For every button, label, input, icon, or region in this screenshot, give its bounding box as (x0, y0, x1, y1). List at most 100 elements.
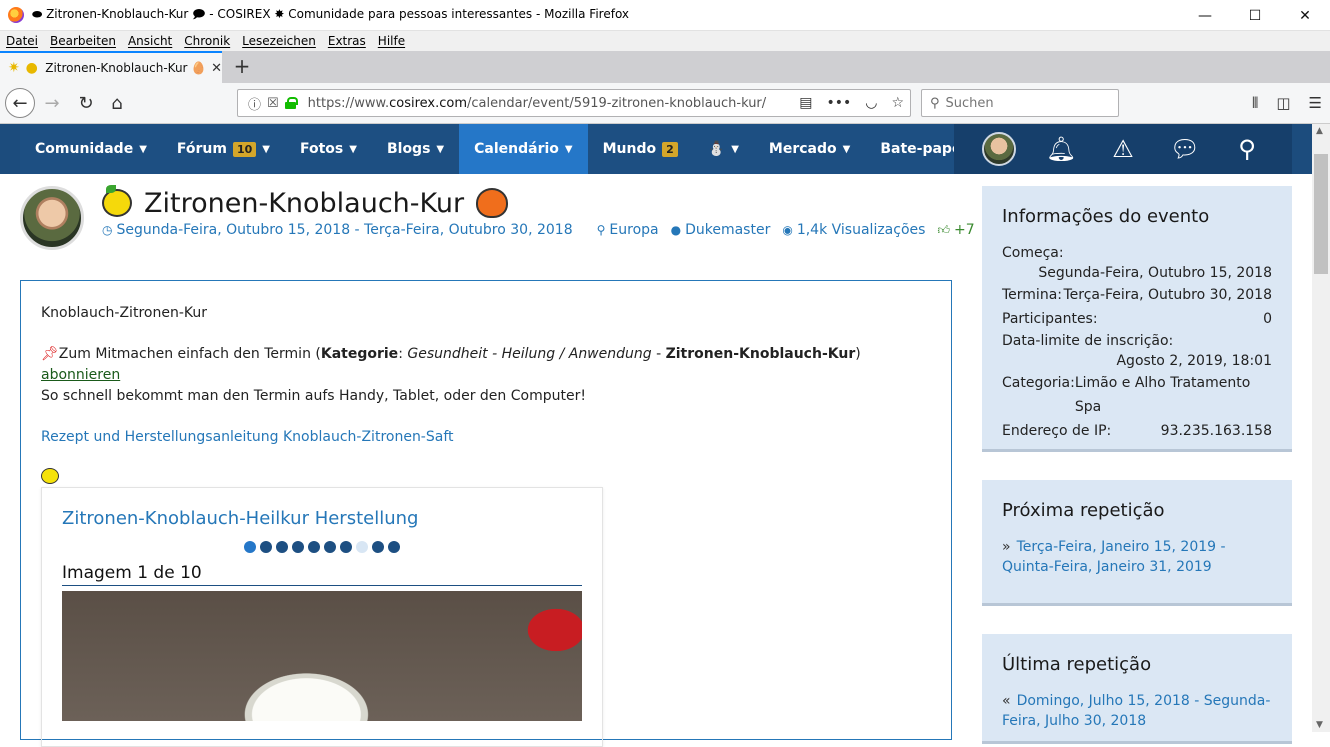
window-titlebar: ⬬ Zitronen-Knoblauch-Kur 🗩 - COSIREX ✸ C… (0, 0, 1330, 31)
tab-bar: ✷ ● Zitronen-Knoblauch-Kur 🥚 ✕ + (0, 51, 1330, 83)
lock-icon[interactable] (284, 97, 298, 109)
reload-button[interactable]: ↻ (72, 89, 100, 117)
menu-ansicht[interactable]: Ansicht (128, 34, 172, 48)
url-text[interactable]: https://www.cosirex.com/calendar/event/5… (308, 96, 766, 111)
user-menu[interactable] (968, 132, 1030, 166)
last-repetition-panel: Última repetição «Domingo, Julho 15, 201… (982, 634, 1292, 744)
event-dates[interactable]: Segunda-Feira, Outubro 15, 2018 - Terça-… (116, 222, 572, 238)
participants-value: 0 (1263, 311, 1272, 327)
eye-icon: ◉ (782, 223, 793, 237)
reader-view-icon[interactable]: ▤ (799, 95, 812, 111)
gallery-dot[interactable] (324, 541, 336, 553)
hamburger-menu-icon[interactable]: ☰ (1309, 94, 1322, 112)
location-pin-icon: ⚲ (596, 223, 606, 237)
next-repetition-link[interactable]: Terça-Feira, Janeiro 15, 2019 - Quinta-F… (1002, 539, 1226, 575)
pocket-icon[interactable]: ◡ (865, 95, 877, 111)
menu-extras[interactable]: Extras (328, 34, 366, 48)
ends-value: Terça-Feira, Outubro 30, 2018 (1063, 287, 1272, 303)
tab-active[interactable]: ✷ ● Zitronen-Knoblauch-Kur 🥚 ✕ (0, 51, 222, 83)
nav-mercado[interactable]: Mercado ▼ (754, 124, 865, 174)
ip-label: Endereço de IP: (1002, 423, 1112, 439)
last-repetition-link[interactable]: Domingo, Julho 15, 2018 - Segunda-Feira,… (1002, 693, 1270, 729)
nav-comunidade[interactable]: Comunidade ▼ (20, 124, 162, 174)
menu-hilfe[interactable]: Hilfe (378, 34, 405, 48)
nav-snowman[interactable]: ⛄ ▼ (693, 124, 754, 174)
nav-mundo[interactable]: Mundo 2 (588, 124, 693, 174)
next-repetition-panel: Próxima repetição » Terça-Feira, Janeiro … (982, 480, 1292, 606)
close-tab-icon[interactable]: ✕ (211, 61, 222, 76)
gallery-dot[interactable] (276, 541, 288, 553)
gallery-dot[interactable] (388, 541, 400, 553)
page-title: Zitronen-Knoblauch-Kur (102, 185, 509, 220)
gallery-dot[interactable] (260, 541, 272, 553)
event-author[interactable]: Dukemaster (685, 222, 770, 238)
close-window-button[interactable]: ✕ (1280, 0, 1330, 31)
sidebar-toggle-icon[interactable]: ◫ (1276, 94, 1290, 112)
chevron-down-icon: ▼ (262, 143, 270, 155)
search-bar[interactable]: ⚲ (921, 89, 1119, 117)
search-input[interactable] (945, 95, 1106, 111)
menu-chronik[interactable]: Chronik (184, 34, 230, 48)
gallery-dot[interactable] (244, 541, 256, 553)
nav-forum[interactable]: Fórum 10 ▼ (162, 124, 285, 174)
search-icon[interactable]: ⚲ (1216, 135, 1278, 163)
category-value[interactable]: Limão e Alho Tratamento Spa (1075, 371, 1272, 419)
chat-bubbles-icon[interactable]: 💬︎ (1154, 135, 1216, 163)
event-likes[interactable]: +7 (954, 222, 975, 238)
nav-fotos[interactable]: Fotos ▼ (285, 124, 372, 174)
new-tab-button[interactable]: + (230, 55, 254, 79)
double-chevron-right-icon: » (1002, 539, 1011, 555)
window-title: ⬬ Zitronen-Knoblauch-Kur 🗩 - COSIREX ✸ C… (32, 6, 630, 21)
bell-icon[interactable]: 🔔︎ (1030, 135, 1092, 163)
info-icon[interactable]: ⓘ (248, 94, 261, 113)
lemon-favicon-icon: ● (25, 60, 38, 76)
last-repetition-title: Última repetição (1002, 654, 1152, 675)
url-bar[interactable]: ⓘ ☒ https://www.cosirex.com/calendar/eve… (237, 89, 911, 117)
minimize-button[interactable]: — (1180, 0, 1230, 31)
subscribe-link[interactable]: abonnieren (41, 367, 120, 383)
page-actions-icon[interactable]: ••• (826, 95, 851, 111)
pushpin-icon: 📌︎ (41, 346, 59, 362)
chevron-down-icon: ▼ (349, 143, 357, 155)
participants-label: Participantes: (1002, 311, 1098, 327)
garlic-icon (476, 188, 509, 218)
scroll-down-icon[interactable]: ▼ (1316, 720, 1323, 730)
event-location[interactable]: Europa (609, 222, 658, 238)
gallery-title[interactable]: Zitronen-Knoblauch-Heilkur Herstellung (62, 508, 582, 529)
gallery-photo[interactable] (62, 591, 582, 721)
gallery-dot[interactable] (356, 541, 368, 553)
next-repetition-title: Próxima repetição (1002, 500, 1165, 521)
back-button[interactable]: ← (5, 88, 35, 118)
library-icon[interactable]: ⫴ (1252, 94, 1258, 112)
recipe-link[interactable]: Rezept und Herstellungsanleitung Knoblau… (41, 429, 454, 445)
firefox-logo-icon (8, 7, 24, 23)
chevron-down-icon: ▼ (436, 143, 445, 155)
image-gallery: Zitronen-Knoblauch-Heilkur Herstellung I… (41, 487, 603, 747)
gallery-caption: Imagem 1 de 10 (62, 563, 582, 586)
forward-button[interactable]: → (38, 89, 66, 117)
nav-calendario[interactable]: Calendário ▼ (459, 124, 588, 174)
nav-blogs[interactable]: Blogs ▼ (372, 124, 459, 174)
gallery-dot[interactable] (372, 541, 384, 553)
bookmark-star-icon[interactable]: ☆ (891, 95, 904, 111)
intro-text: Knoblauch-Zitronen-Kur (41, 305, 207, 321)
menu-bearbeiten[interactable]: Bearbeiten (50, 34, 116, 48)
home-button[interactable]: ⌂ (103, 89, 131, 117)
menu-lesezeichen[interactable]: Lesezeichen (242, 34, 316, 48)
warning-icon[interactable]: ⚠ (1092, 135, 1154, 163)
scroll-up-icon[interactable]: ▲ (1316, 126, 1323, 136)
gallery-dot[interactable] (340, 541, 352, 553)
maximize-button[interactable]: ☐ (1230, 0, 1280, 31)
author-avatar[interactable] (20, 186, 84, 250)
scrollbar-thumb[interactable] (1314, 154, 1328, 274)
gallery-dot[interactable] (308, 541, 320, 553)
gallery-dot[interactable] (292, 541, 304, 553)
smiley-icon (41, 468, 59, 484)
page-scrollbar[interactable]: ▲ ▼ (1312, 124, 1330, 732)
avatar (982, 132, 1016, 166)
search-icon: ⚲ (930, 95, 940, 111)
snowman-icon: ⛄ (707, 141, 726, 157)
menu-datei[interactable]: Datei (6, 34, 38, 48)
thumbs-up-icon: 👍︎ (937, 222, 950, 237)
permissions-icon[interactable]: ☒ (267, 96, 279, 111)
